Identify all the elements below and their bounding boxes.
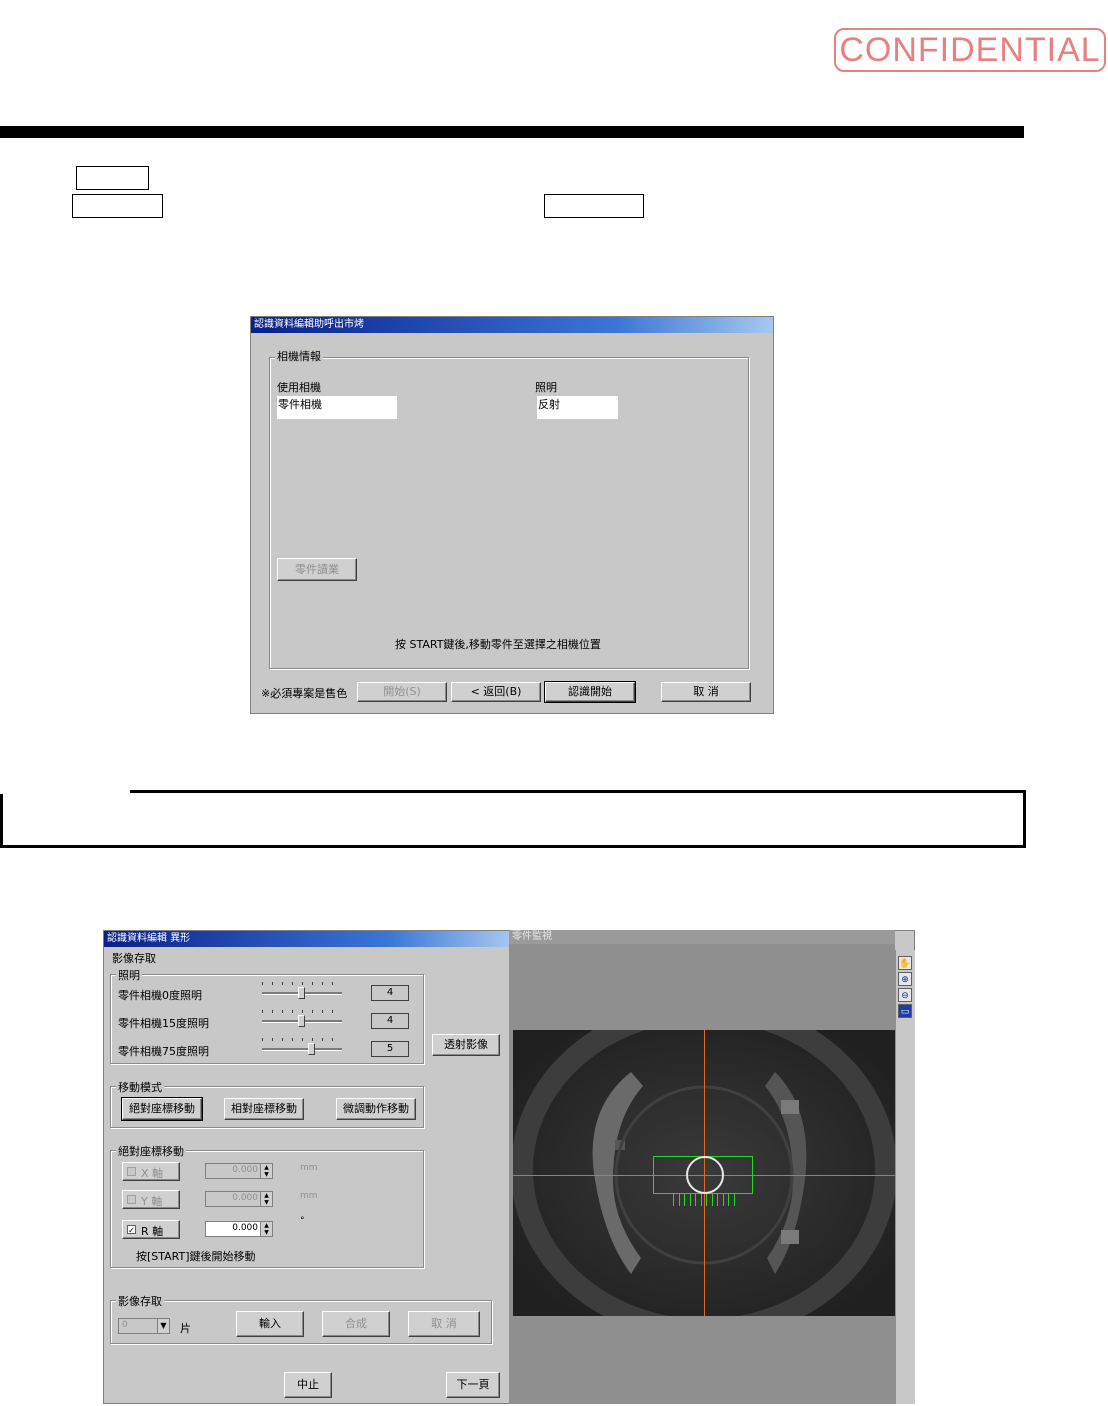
- capture-unit: 片: [180, 1322, 191, 1335]
- move-mode-title: 移動模式: [116, 1079, 164, 1095]
- light-row-label: 零件相機75度照明: [118, 1045, 209, 1058]
- stop-button[interactable]: 中止: [284, 1372, 332, 1398]
- slider-ticks: [262, 982, 342, 985]
- heading-rule: [0, 126, 1024, 138]
- light-slider-track[interactable]: [262, 1048, 342, 1051]
- lead-pin: [678, 1194, 680, 1206]
- light-value-box: 5: [371, 1041, 409, 1057]
- r-axis-unit: °: [300, 1216, 305, 1226]
- r-axis-label: R 軸: [141, 1225, 164, 1238]
- zoom-out-icon[interactable]: ⊖: [898, 988, 912, 1002]
- back-button[interactable]: < 返回(B): [451, 682, 541, 702]
- lead-pin: [700, 1194, 702, 1206]
- fine-move-button[interactable]: 微調動作移動: [336, 1098, 416, 1120]
- x-axis-toggle[interactable]: X 軸: [122, 1162, 180, 1181]
- light-slider-thumb[interactable]: [298, 1015, 305, 1027]
- monitor-title: 零件監視: [509, 930, 895, 944]
- lead-pin: [689, 1194, 691, 1206]
- y-axis-unit: mm: [300, 1191, 318, 1201]
- lead-pin: [706, 1194, 707, 1206]
- absolute-coordinate-title: 絕對座標移動: [116, 1143, 186, 1159]
- camera-value: 零件相機: [277, 396, 397, 419]
- checkbox-checked-icon: ✓: [127, 1225, 136, 1235]
- group-title: 相機情報: [275, 348, 323, 364]
- checkbox-icon: [127, 1167, 136, 1176]
- camera-label: 使用相機: [277, 381, 321, 394]
- open-button[interactable]: 開始(S): [357, 682, 447, 702]
- next-page-button[interactable]: 下一頁: [446, 1372, 500, 1398]
- lead-pin: [695, 1194, 696, 1206]
- spinner-arrows-icon[interactable]: ▲ ▼: [260, 1192, 272, 1206]
- absolute-move-button[interactable]: 絕對座標移動: [121, 1097, 203, 1121]
- note-box: [0, 790, 1026, 848]
- lead-pin: [711, 1194, 713, 1206]
- lead-pin: [733, 1194, 735, 1206]
- light-row-label: 零件相機15度照明: [118, 1017, 209, 1030]
- start-recognition-button[interactable]: 認識開始: [544, 681, 636, 703]
- footnote: ※必須專案是售色: [261, 687, 348, 700]
- r-axis-toggle[interactable]: ✓ R 軸: [122, 1220, 180, 1239]
- lead-pin: [684, 1194, 685, 1206]
- capture-cancel-button[interactable]: 取 消: [408, 1311, 480, 1337]
- light-label: 照明: [535, 381, 557, 394]
- spinner-arrows-icon[interactable]: ▲ ▼: [260, 1222, 272, 1236]
- note-tab: [0, 786, 130, 794]
- reference-circle: [686, 1156, 724, 1194]
- y-axis-label: Y 軸: [141, 1195, 163, 1208]
- checkbox-icon: [127, 1195, 136, 1204]
- start-hint: 按 START鍵後,移動零件至選擇之相機位置: [395, 638, 601, 651]
- lead-pin: [673, 1194, 674, 1206]
- light-slider-thumb[interactable]: [298, 987, 305, 999]
- window-title: 認識資料編輯 異形: [104, 931, 511, 947]
- camera-info-dialog: 認識資料編輯助呼出市烤 相機情報 使用相機 零件相機 照明 反射 零件讀業 按 …: [250, 316, 774, 714]
- chevron-down-icon[interactable]: ▼: [157, 1319, 169, 1333]
- light-value: 反射: [537, 396, 618, 419]
- hand-icon[interactable]: ✋: [898, 956, 912, 970]
- lighting-group-title: 照明: [116, 967, 142, 983]
- relative-move-button[interactable]: 相對座標移動: [224, 1098, 304, 1120]
- fit-window-icon[interactable]: ▭: [898, 1004, 912, 1018]
- lead-pin: [722, 1194, 724, 1206]
- cancel-button[interactable]: 取 消: [661, 682, 751, 702]
- light-value-box: 4: [371, 985, 409, 1001]
- part-button[interactable]: 零件讀業: [277, 558, 357, 581]
- move-start-hint: 按[START]鍵後開始移動: [136, 1250, 256, 1263]
- capture-input-button[interactable]: 輸入: [236, 1311, 304, 1337]
- dialog-title: 認識資料編輯助呼出市烤: [251, 317, 773, 333]
- lead-pin: [728, 1194, 729, 1206]
- monitor-toolbar: ✋ ⊕ ⊖ ▭: [895, 950, 915, 1404]
- confidential-stamp: CONFIDENTIAL: [834, 28, 1106, 72]
- x-axis-label: X 軸: [141, 1167, 164, 1180]
- camera-view[interactable]: [513, 1030, 895, 1316]
- section-label: 影像存取: [112, 952, 156, 965]
- spinner-arrows-icon[interactable]: ▲ ▼: [260, 1164, 272, 1178]
- key-box: [72, 194, 163, 218]
- light-row-label: 零件相機0度照明: [118, 989, 202, 1002]
- capture-group-title: 影像存取: [116, 1293, 164, 1309]
- y-axis-toggle[interactable]: Y 軸: [122, 1190, 180, 1209]
- monitor-lower-band: [513, 1316, 895, 1404]
- slider-ticks: [262, 1038, 342, 1041]
- lead-pin: [717, 1194, 718, 1206]
- lead-pins: [673, 1194, 737, 1208]
- key-box: [544, 194, 644, 218]
- capture-merge-button[interactable]: 合成: [322, 1311, 390, 1337]
- transmit-image-button[interactable]: 透射影像: [432, 1034, 500, 1056]
- x-axis-unit: mm: [300, 1163, 318, 1173]
- zoom-in-icon[interactable]: ⊕: [898, 972, 912, 986]
- slider-ticks: [262, 1010, 342, 1013]
- key-box: [76, 166, 149, 190]
- light-slider-thumb[interactable]: [307, 1043, 315, 1055]
- light-value-box: 4: [371, 1013, 409, 1029]
